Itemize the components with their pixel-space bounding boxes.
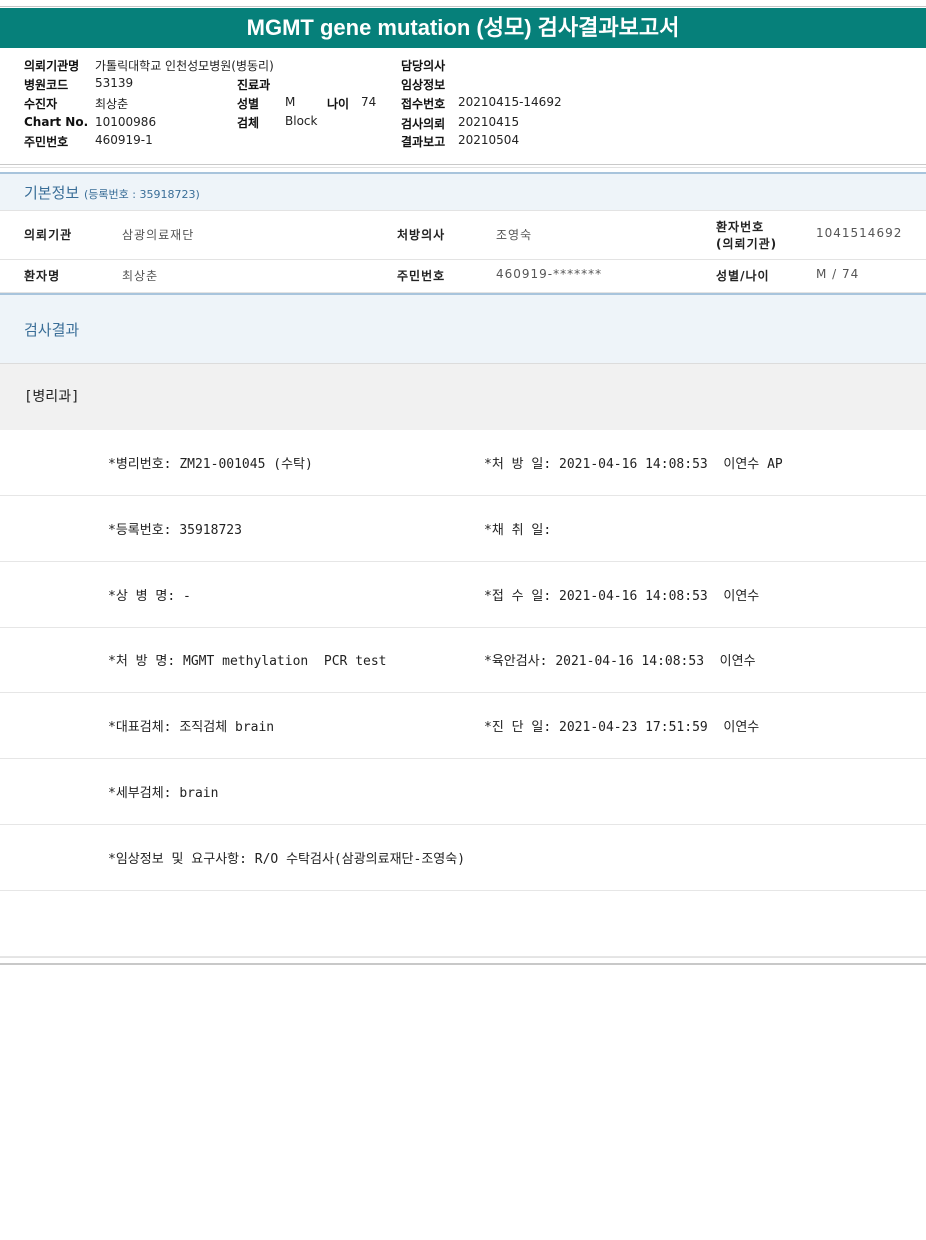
value-sex-age: M / 74 [816, 267, 860, 281]
department-header: [병리과] [0, 363, 926, 430]
header-value-institution: 가톨릭대학교 인천성모병원(병동리) [95, 59, 274, 73]
basic-info-registration: (등록번호 : 35918723) [83, 188, 200, 201]
header-label-institution: 의뢰기관명 [24, 59, 80, 73]
results-header: 검사결과 [0, 293, 926, 363]
value-patient-name: 최상춘 [122, 269, 159, 283]
label-patient-name: 환자명 [24, 269, 61, 283]
result-left: *처 방 명: MGMT methylation PCR test [108, 654, 387, 669]
label-institution: 의뢰기관 [24, 228, 73, 242]
header-label-chart-no: Chart No. [24, 115, 89, 129]
header-value-receipt-no: 20210415-14692 [458, 95, 562, 109]
result-left: *병리번호: ZM21-001045 (수탁) [108, 457, 313, 472]
header-label-sex: 성별 [237, 97, 260, 111]
header-label-report-date: 결과보고 [401, 135, 446, 149]
header-label-request-date: 검사의뢰 [401, 117, 446, 131]
header-value-specimen: Block [285, 114, 318, 128]
value-institution: 삼광의료재단 [122, 228, 195, 242]
result-left: *상 병 명: - [108, 589, 191, 604]
basic-info-row: 환자명 최상춘 주민번호 460919-******* 성별/나이 M / 74 [0, 260, 926, 293]
label-sex-age: 성별/나이 [716, 269, 770, 283]
header-value-hospital-code: 53139 [95, 76, 134, 90]
report-header: 의뢰기관명 가톨릭대학교 인천성모병원(병동리) 병원코드 53139 수진자 … [0, 48, 926, 164]
value-patient-no: 1041514692 [816, 226, 903, 240]
basic-info-header: 기본정보 (등록번호 : 35918723) [0, 172, 926, 210]
label-prescriber: 처방의사 [397, 228, 446, 242]
value-resident-no: 460919-******* [496, 267, 603, 281]
footer-divider [0, 963, 926, 965]
header-label-resident-no: 주민번호 [24, 135, 69, 149]
header-label-doctor: 담당의사 [401, 59, 446, 73]
basic-info-title: 기본정보 (등록번호 : 35918723) [24, 182, 200, 203]
result-left: *세부검체: brain [108, 786, 219, 801]
result-left: *대표검체: 조직검체 brain [108, 720, 275, 735]
top-border [0, 6, 926, 7]
label-resident-no: 주민번호 [397, 269, 446, 283]
result-row: *대표검체: 조직검체 brain *진 단 일: 2021-04-23 17:… [0, 693, 926, 759]
label-patient-no: 환자번호 [716, 220, 765, 234]
result-row: *처 방 명: MGMT methylation PCR test *육안검사:… [0, 627, 926, 693]
result-left: *등록번호: 35918723 [108, 523, 242, 538]
header-value-patient: 최상춘 [95, 97, 129, 111]
report-title: MGMT gene mutation (성모) 검사결과보고서 [0, 8, 926, 48]
label-patient-no-sub: (의뢰기관) [716, 237, 778, 251]
header-value-age: 74 [361, 95, 377, 109]
result-row: *등록번호: 35918723 *채 취 일: [0, 496, 926, 562]
result-row: *병리번호: ZM21-001045 (수탁) *처 방 일: 2021-04-… [0, 430, 926, 496]
footer-divider-inner [0, 957, 926, 958]
basic-info-row: 의뢰기관 삼광의료재단 처방의사 조영숙 환자번호 (의뢰기관) 1041514… [0, 210, 926, 260]
result-right: *채 취 일: [484, 523, 552, 538]
department-title: [병리과] [24, 389, 80, 405]
header-label-specimen: 검체 [237, 116, 260, 130]
result-right: *접 수 일: 2021-04-16 14:08:53 이연수 [484, 589, 760, 604]
header-value-resident-no: 460919-1 [95, 133, 153, 147]
result-row [0, 891, 926, 957]
header-value-sex: M [285, 95, 296, 109]
header-divider-inner [0, 167, 926, 168]
results-title: 검사결과 [24, 321, 80, 339]
header-label-clinical-info: 임상정보 [401, 78, 446, 92]
header-label-hospital-code: 병원코드 [24, 78, 69, 92]
result-right: *처 방 일: 2021-04-16 14:08:53 이연수 AP [484, 457, 783, 472]
header-value-chart-no: 10100986 [95, 115, 157, 129]
result-right: *진 단 일: 2021-04-23 17:51:59 이연수 [484, 720, 760, 735]
result-row: *상 병 명: - *접 수 일: 2021-04-16 14:08:53 이연… [0, 562, 926, 628]
header-label-patient: 수진자 [24, 97, 58, 111]
header-divider [0, 164, 926, 165]
basic-info-title-text: 기본정보 [24, 184, 80, 202]
result-left: *임상정보 및 요구사항: R/O 수탁검사(삼광의료재단-조영숙) [108, 852, 466, 867]
header-value-report-date: 20210504 [458, 133, 520, 147]
header-value-request-date: 20210415 [458, 115, 520, 129]
result-row: *임상정보 및 요구사항: R/O 수탁검사(삼광의료재단-조영숙) [0, 825, 926, 891]
value-prescriber: 조영숙 [496, 228, 533, 242]
header-label-receipt-no: 접수번호 [401, 97, 446, 111]
result-row: *세부검체: brain [0, 759, 926, 825]
header-label-age: 나이 [327, 97, 350, 111]
result-right: *육안검사: 2021-04-16 14:08:53 이연수 [484, 654, 756, 669]
header-label-department: 진료과 [237, 78, 271, 92]
